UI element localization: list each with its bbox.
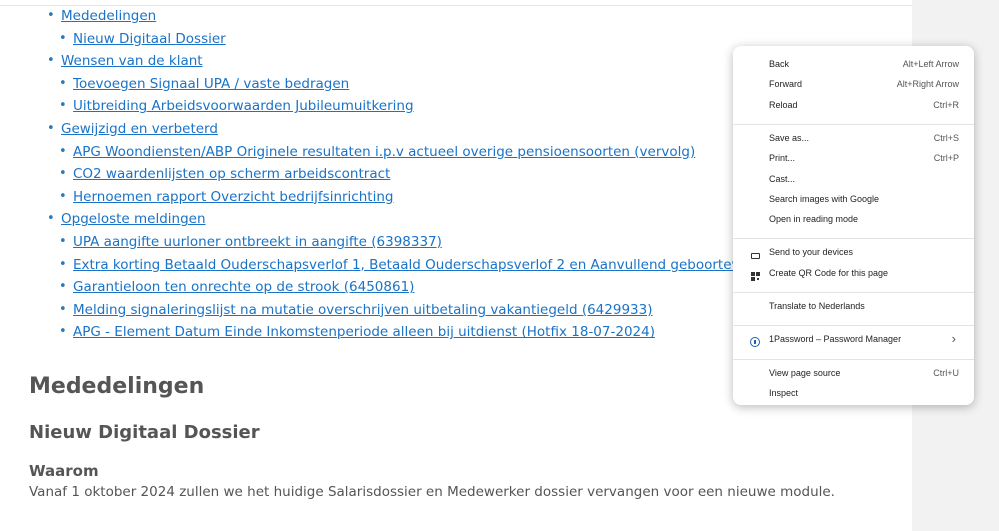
menu-item-label: Back bbox=[769, 59, 790, 69]
menu-item-back[interactable]: Back Alt+Left Arrow bbox=[733, 54, 974, 74]
bullet-icon: • bbox=[59, 301, 67, 317]
menu-item-shortcut: Ctrl+U bbox=[933, 367, 959, 378]
toc-link[interactable]: APG Woondiensten/ABP Originele resultate… bbox=[73, 141, 695, 163]
menu-item-search-images-with-google[interactable]: Search images with Google bbox=[733, 189, 974, 209]
browser-context-menu: Back Alt+Left Arrow Forward Alt+Right Arrow… bbox=[733, 46, 974, 405]
menu-item-label: Open in reading mode bbox=[769, 214, 859, 225]
menu-item-label: Reload bbox=[769, 99, 798, 110]
toc-link[interactable]: APG - Element Datum Einde Inkomstenperio… bbox=[73, 321, 655, 343]
bullet-icon: • bbox=[59, 256, 67, 272]
toc-link[interactable]: UPA aangifte uurloner ontbreekt in aangi… bbox=[73, 231, 442, 253]
menu-item-label: 1Password – Password Manager bbox=[769, 334, 902, 345]
toc-link[interactable]: CO2 waardenlijsten op scherm arbeidscont… bbox=[73, 163, 390, 185]
chevron-right-icon: › bbox=[951, 331, 956, 347]
menu-separator bbox=[733, 325, 974, 327]
toc-link[interactable]: Opgeloste meldingen bbox=[61, 208, 206, 230]
menu-item-cast[interactable]: Cast... bbox=[733, 169, 974, 189]
menu-item-label: Create QR Code for this page bbox=[769, 267, 889, 278]
menu-separator bbox=[733, 358, 974, 360]
bullet-icon: • bbox=[59, 166, 67, 182]
menu-item-print[interactable]: Print... Ctrl+P bbox=[733, 148, 974, 168]
menu-item-label: Save as... bbox=[769, 132, 810, 143]
menu-separator bbox=[733, 238, 974, 240]
menu-item-label: Send to your devices bbox=[769, 247, 854, 258]
1password-icon bbox=[748, 329, 762, 349]
menu-item-shortcut: Alt+Right Arrow bbox=[896, 79, 959, 90]
menu-item-translate-to-nederlands[interactable]: Translate to Nederlands bbox=[733, 296, 974, 316]
toc-link[interactable]: Hernoemen rapport Overzicht bedrijfsinri… bbox=[73, 186, 393, 208]
menu-separator bbox=[733, 123, 974, 125]
menu-item-label: Search images with Google bbox=[769, 193, 880, 204]
menu-item-label: Translate to Nederlands bbox=[769, 301, 865, 311]
menu-item-shortcut: Alt+Left Arrow bbox=[902, 59, 959, 69]
toc-link[interactable]: Garantieloon ten onrechte op de strook (… bbox=[73, 276, 414, 298]
menu-item-save-as[interactable]: Save as... Ctrl+S bbox=[733, 128, 974, 148]
qr-code-icon bbox=[748, 263, 762, 283]
toc-link[interactable]: Extra korting Betaald Ouderschapsverlof … bbox=[73, 254, 787, 276]
menu-item-shortcut: Ctrl+S bbox=[933, 132, 959, 143]
menu-item-shortcut: Ctrl+R bbox=[933, 99, 959, 110]
menu-item-label: Print... bbox=[769, 153, 796, 164]
section-heading: Mededelingen bbox=[29, 374, 205, 399]
toc-link[interactable]: Uitbreiding Arbeidsvoorwaarden Jubileumu… bbox=[73, 95, 414, 117]
body-paragraph: Vanaf 1 oktober 2024 zullen we het huidi… bbox=[29, 484, 835, 500]
bullet-icon: • bbox=[59, 324, 67, 340]
toc-link[interactable]: Nieuw Digitaal Dossier bbox=[73, 28, 226, 50]
bullet-icon: • bbox=[47, 53, 55, 69]
menu-item-label: Cast... bbox=[769, 173, 796, 184]
menu-item-forward[interactable]: Forward Alt+Right Arrow bbox=[733, 74, 974, 94]
menu-item-label: Forward bbox=[769, 79, 803, 90]
bullet-icon: • bbox=[59, 234, 67, 249]
bullet-icon: • bbox=[47, 121, 55, 136]
toc-link[interactable]: Wensen van de klant bbox=[61, 50, 203, 72]
menu-separator bbox=[733, 292, 974, 293]
menu-item-label: Inspect bbox=[769, 387, 799, 398]
toc-link[interactable]: Gewijzigd en verbeterd bbox=[61, 118, 218, 140]
bullet-icon: • bbox=[59, 75, 67, 91]
menu-item-1password-password-manager[interactable]: 1Password – Password Manager › bbox=[733, 329, 974, 349]
menu-item-send-to-your-devices[interactable]: Send to your devices bbox=[733, 242, 974, 262]
bullet-icon: • bbox=[47, 211, 55, 227]
bullet-icon: • bbox=[59, 30, 67, 46]
devices-icon bbox=[748, 242, 762, 262]
toc-link[interactable]: Mededelingen bbox=[61, 5, 156, 27]
menu-item-inspect[interactable]: Inspect bbox=[733, 383, 974, 403]
toc-link[interactable]: Melding signaleringslijst na mutatie ove… bbox=[73, 299, 652, 321]
menu-item-shortcut: Ctrl+P bbox=[933, 153, 959, 164]
toc-link[interactable]: Toevoegen Signaal UPA / vaste bedragen bbox=[73, 73, 349, 95]
bullet-icon: • bbox=[47, 8, 55, 23]
subsection-heading: Nieuw Digitaal Dossier bbox=[29, 422, 260, 443]
bullet-icon: • bbox=[59, 143, 67, 159]
bullet-icon: • bbox=[59, 188, 67, 204]
menu-item-open-in-reading-mode[interactable]: Open in reading mode bbox=[733, 209, 974, 229]
menu-item-create-qr-code-for-this-page[interactable]: Create QR Code for this page bbox=[733, 263, 974, 283]
menu-item-reload[interactable]: Reload Ctrl+R bbox=[733, 95, 974, 115]
bullet-icon: • bbox=[59, 98, 67, 114]
menu-item-view-page-source[interactable]: View page source Ctrl+U bbox=[733, 363, 974, 383]
menu-item-label: View page source bbox=[769, 367, 841, 378]
bullet-icon: • bbox=[59, 279, 67, 295]
minor-heading: Waarom bbox=[29, 462, 99, 480]
